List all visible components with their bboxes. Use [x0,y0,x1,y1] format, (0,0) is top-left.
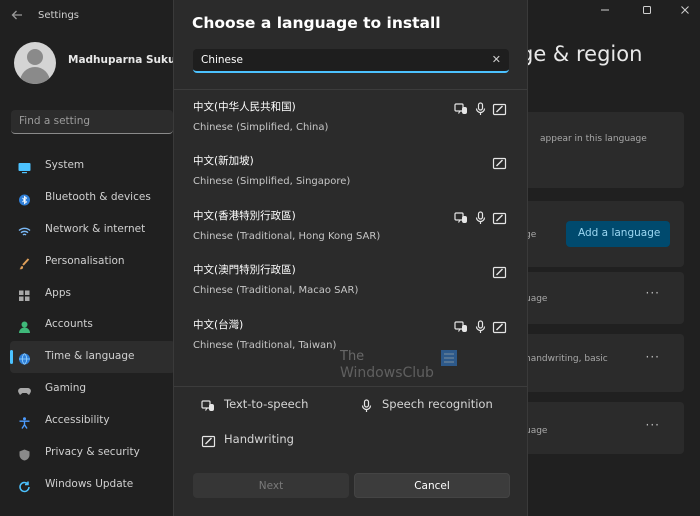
text-to-speech-icon [454,319,469,333]
brush-icon [18,255,31,269]
gaming-icon [18,382,31,396]
minimize-icon[interactable] [590,4,620,18]
system-icon [18,159,31,174]
language-native-name: 中文(澳門特別行政區) [193,264,296,277]
language-native-name: 中文(中华人民共和国) [193,101,296,113]
find-setting-input[interactable]: Find a setting [11,110,173,134]
list-item[interactable]: 中文(澳門特別行政區) Chinese (Traditional, Macao … [174,253,527,307]
sidebar-item-accessibility[interactable]: Accessibility [10,405,175,437]
microphone-icon [473,101,488,115]
handwriting-icon [201,433,216,448]
choose-language-dialog: Choose a language to install ✕ 中文(中华人民共和… [173,0,528,516]
list-item[interactable]: 中文(香港特別行政區) Chinese (Traditional, Hong K… [174,199,527,253]
handwriting-icon [492,264,507,279]
language-native-name: 中文(新加坡) [193,155,254,168]
accessibility-icon [18,414,31,430]
sidebar-item-accounts[interactable]: Accounts [10,309,175,341]
find-setting-placeholder: Find a setting [19,115,91,127]
handwriting-icon [492,210,507,224]
sidebar-item-gaming[interactable]: Gaming [10,373,175,405]
language-description: Chinese (Traditional, Hong Kong SAR) [193,230,381,242]
language-description: Chinese (Simplified, Singapore) [193,176,351,188]
close-icon[interactable] [670,4,700,18]
sidebar-item-time-language[interactable]: Time & language [10,341,175,374]
next-button[interactable]: Next [193,473,349,498]
handwriting-icon [492,319,507,333]
text-to-speech-icon [201,398,216,412]
language-native-name: 中文(台灣) [193,318,244,331]
globe-icon [18,350,31,366]
apps-icon [18,287,31,301]
text-to-speech-icon [454,101,469,115]
user-profile[interactable]: Madhuparna Sukul [14,42,179,96]
app-title: Settings [38,10,80,21]
sidebar-item-privacy[interactable]: Privacy & security [10,437,175,469]
more-options-icon[interactable]: ··· [646,286,660,300]
clear-search-icon[interactable]: ✕ [492,53,501,66]
microphone-icon [473,210,488,224]
cancel-button[interactable]: Cancel [354,473,510,498]
add-language-button[interactable]: Add a language [566,221,670,247]
avatar [14,42,56,84]
list-item[interactable]: 中文(中华人民共和国) Chinese (Simplified, China) [174,90,527,144]
sidebar-nav: System Bluetooth & devices Network & int… [10,150,175,501]
accounts-icon [18,318,31,334]
microphone-icon [359,398,374,412]
sidebar-item-network[interactable]: Network & internet [10,214,175,246]
sidebar-item-bluetooth[interactable]: Bluetooth & devices [10,182,175,214]
sidebar-item-personalisation[interactable]: Personalisation [10,246,175,278]
handwriting-icon [492,101,507,116]
update-icon [18,478,31,493]
language-description: Chinese (Traditional, Taiwan) [193,339,337,351]
dialog-title: Choose a language to install [192,14,441,32]
more-options-icon[interactable]: ··· [646,418,660,432]
language-search-box[interactable]: ✕ [193,49,509,73]
profile-name: Madhuparna Sukul [68,54,180,66]
shield-icon [18,446,31,461]
page-title: ge & region [520,42,643,66]
language-description: Chinese (Simplified, China) [193,122,329,133]
maximize-icon[interactable] [632,4,662,18]
list-item[interactable]: 中文(新加坡) Chinese (Simplified, Singapore) [174,144,527,198]
more-options-icon[interactable]: ··· [646,350,660,364]
bluetooth-icon [18,191,31,206]
network-icon [18,223,31,236]
watermark: The WindowsClub [340,349,470,387]
sidebar-item-apps[interactable]: Apps [10,278,175,310]
sidebar-item-system[interactable]: System [10,150,175,182]
sidebar-item-windows-update[interactable]: Windows Update [10,469,175,501]
language-search-input[interactable] [193,49,483,71]
text-to-speech-icon [454,210,469,224]
back-arrow-icon[interactable] [10,8,24,22]
handwriting-icon [492,155,507,170]
language-native-name: 中文(香港特別行政區) [193,209,296,222]
microphone-icon [473,319,488,333]
windowsclub-logo-icon [440,349,458,367]
language-description: Chinese (Traditional, Macao SAR) [193,285,359,297]
language-list[interactable]: 中文(中华人民共和国) Chinese (Simplified, China) … [174,90,527,386]
